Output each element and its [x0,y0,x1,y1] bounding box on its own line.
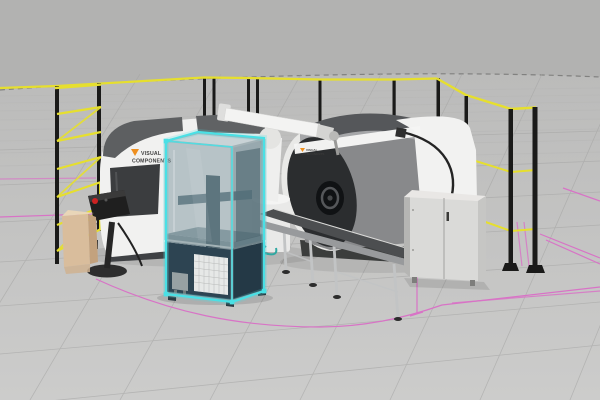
robot-wrist [329,131,339,141]
electrical-cabinet[interactable] [404,190,486,286]
logo-line2: COMPONENTS [302,152,325,156]
machine-tending-cell-selected[interactable] [164,132,266,307]
emergency-stop-button[interactable] [92,198,98,204]
vent-panel [194,254,228,295]
side-box [172,272,188,291]
cabinet-handle [447,212,450,221]
logo-line1: VISUAL [141,151,162,157]
simulation-viewport[interactable]: VISUAL COMPONENTS VISUAL COMPONENTS [0,0,600,400]
